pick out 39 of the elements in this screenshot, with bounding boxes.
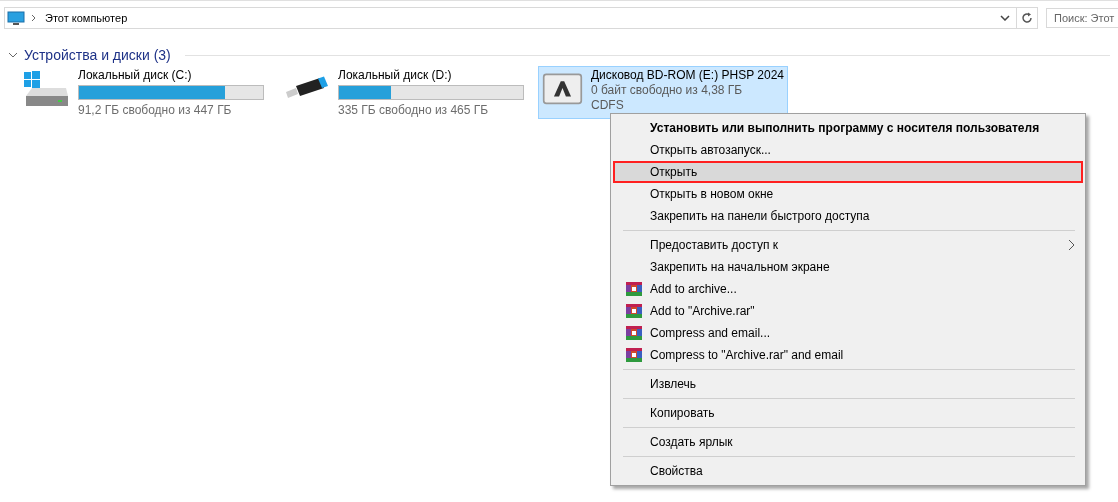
refresh-icon bbox=[1021, 12, 1033, 24]
hard-drive-icon bbox=[22, 68, 70, 108]
drive-tile[interactable]: Локальный диск (C:) 91,2 ГБ свободно из 447 ГБ bbox=[18, 66, 268, 119]
address-bar[interactable]: Этот компьютер bbox=[4, 7, 1038, 29]
menu-item[interactable]: Создать ярлык bbox=[613, 431, 1083, 453]
archive-books-icon bbox=[625, 325, 642, 341]
menu-item[interactable]: Свойства bbox=[613, 460, 1083, 482]
menu-item[interactable]: Compress and email... bbox=[613, 322, 1083, 344]
menu-item[interactable]: Открыть bbox=[613, 161, 1083, 183]
menu-item[interactable]: Add to archive... bbox=[613, 278, 1083, 300]
archive-books-icon bbox=[625, 347, 642, 363]
menu-item[interactable]: Add to "Archive.rar" bbox=[613, 300, 1083, 322]
menu-item[interactable]: Извлечь bbox=[613, 373, 1083, 395]
archive-books-icon bbox=[625, 303, 642, 319]
drive-tile[interactable]: Локальный диск (D:) 335 ГБ свободно из 465 ГБ bbox=[278, 66, 528, 119]
archive-books-icon bbox=[625, 281, 642, 297]
menu-item[interactable]: Установить или выполнить программу с носителя пользователя bbox=[613, 117, 1083, 139]
drive-tile[interactable]: Дисковод BD-ROM (E:) PHSP 2024 0 байт свободно из 4,38 ГБ CDFS bbox=[538, 66, 788, 119]
drive-name: Локальный диск (C:) bbox=[78, 68, 193, 82]
free-space-text: 335 ГБ свободно из 465 ГБ bbox=[338, 103, 490, 117]
menu-item[interactable]: Открыть автозапуск... bbox=[613, 139, 1083, 161]
computer-icon bbox=[7, 10, 25, 26]
drive-name: Дисковод BD-ROM (E:) PHSP 2024 bbox=[590, 68, 784, 82]
drive-name: Локальный диск (D:) bbox=[338, 68, 453, 82]
group-title: Устройства и диски (3) bbox=[24, 47, 171, 63]
address-path: Этот компьютер bbox=[45, 12, 129, 24]
collapse-chevron-icon[interactable] bbox=[8, 52, 18, 58]
menu-item[interactable]: Закрепить на начальном экране bbox=[613, 256, 1083, 278]
menu-item[interactable]: Compress to "Archive.rar" and email bbox=[613, 344, 1083, 366]
menu-item[interactable]: Закрепить на панели быстрого доступа bbox=[613, 205, 1083, 227]
dropdown-chevron-icon[interactable] bbox=[1000, 15, 1010, 21]
free-space-text: 91,2 ГБ свободно из 447 ГБ bbox=[78, 103, 233, 117]
menu-item[interactable]: Открыть в новом окне bbox=[613, 183, 1083, 205]
free-space-text: 0 байт свободно из 4,38 ГБ bbox=[590, 83, 744, 97]
filesystem-text: CDFS bbox=[590, 98, 625, 112]
menu-item[interactable]: Предоставить доступ к bbox=[613, 234, 1083, 256]
menu-item[interactable]: Копировать bbox=[613, 402, 1083, 424]
chevron-right-icon[interactable] bbox=[31, 14, 37, 22]
search-field[interactable]: Поиск: Этот bbox=[1046, 8, 1118, 28]
